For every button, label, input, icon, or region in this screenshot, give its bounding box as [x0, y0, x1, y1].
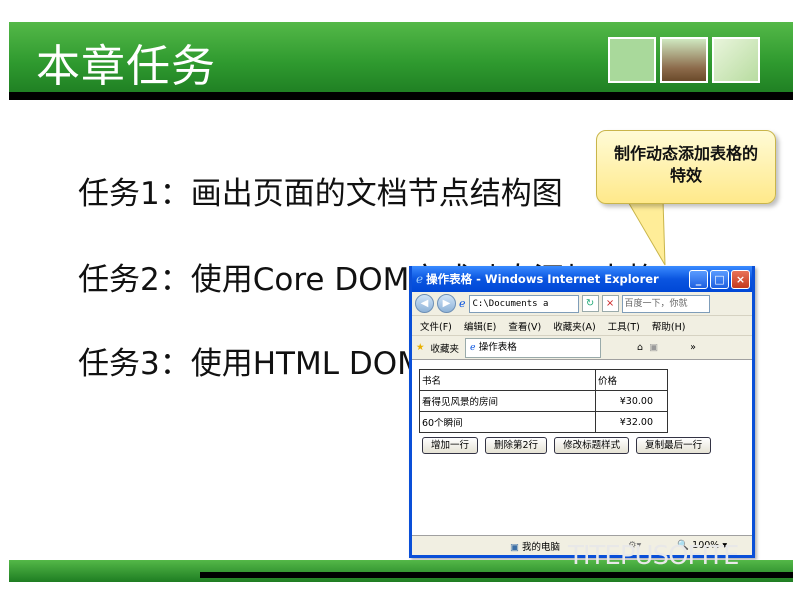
- star-icon: ★: [416, 342, 425, 353]
- computer-icon: ▣: [510, 541, 519, 553]
- tab-page-icon: ℯ: [470, 341, 476, 353]
- ie-titlebar[interactable]: ℯ 操作表格 - Windows Internet Explorer _ □ ×: [412, 266, 752, 292]
- copy-last-row-button[interactable]: 复制最后一行: [636, 437, 712, 454]
- ie-logo-icon: ℯ: [416, 272, 424, 286]
- minimize-button[interactable]: _: [689, 269, 708, 289]
- menu-favorites[interactable]: 收藏夹(A): [553, 319, 595, 333]
- callout-text: 制作动态添加表格的特效: [613, 144, 758, 185]
- menu-view[interactable]: 查看(V): [508, 319, 541, 333]
- delete-row-button[interactable]: 删除第2行: [485, 437, 548, 454]
- table-row: 60个瞬间 ¥32.00: [419, 411, 668, 433]
- back-button[interactable]: ◀: [415, 294, 434, 313]
- address-input[interactable]: C:\Documents a: [468, 294, 579, 313]
- cell-book-name: 60个瞬间: [419, 411, 596, 433]
- task-1: 任务1：画出页面的文档节点结构图: [78, 176, 563, 212]
- slide-title: 本章任务: [36, 41, 216, 92]
- button-row: 增加一行 删除第2行 修改标题样式 复制最后一行: [422, 437, 712, 454]
- feeds-icon[interactable]: ▣: [649, 342, 658, 353]
- stop-icon[interactable]: ×: [601, 295, 619, 312]
- header-image-plain: [608, 37, 656, 83]
- watermark: TITEPUSOFITE: [568, 541, 739, 571]
- home-icon[interactable]: ⌂: [637, 342, 643, 353]
- forward-button[interactable]: ▶: [437, 294, 456, 313]
- cell-price: ¥30.00: [595, 390, 668, 412]
- ie-window: ℯ 操作表格 - Windows Internet Explorer _ □ ×…: [409, 266, 755, 558]
- favorites-button[interactable]: 收藏夹: [431, 341, 460, 355]
- book-table: 书名 价格 看得见风景的房间 ¥30.00 60个瞬间 ¥32.00: [419, 369, 668, 433]
- favorites-bar: ★ 收藏夹 ℯ 操作表格 ⌂ ▣ »: [412, 336, 752, 360]
- address-toolbar: ◀ ▶ ℯ C:\Documents a ↻ × 百度一下，你就: [412, 292, 752, 316]
- header-image-sprout: [660, 37, 708, 83]
- modify-title-style-button[interactable]: 修改标题样式: [554, 437, 630, 454]
- header-price: 价格: [595, 369, 668, 391]
- cell-book-name: 看得见风景的房间: [419, 390, 596, 412]
- close-button[interactable]: ×: [731, 269, 750, 289]
- search-input[interactable]: 百度一下，你就: [621, 294, 710, 313]
- footer-shadow: [200, 572, 793, 578]
- tab-current[interactable]: ℯ 操作表格: [465, 337, 602, 358]
- cell-price: ¥32.00: [595, 411, 668, 433]
- more-chevron-icon[interactable]: »: [690, 342, 696, 353]
- table-row: 看得见风景的房间 ¥30.00: [419, 390, 668, 412]
- header-image-leaves: [712, 37, 760, 83]
- maximize-button[interactable]: □: [710, 269, 729, 289]
- slide: 本章任务 任务1：画出页面的文档节点结构图 任务2：使用Core DOM方式动态…: [0, 0, 793, 595]
- menu-tools[interactable]: 工具(T): [608, 319, 640, 333]
- task-3: 任务3：使用HTML DOM: [78, 346, 424, 382]
- window-title: 操作表格 - Windows Internet Explorer: [426, 272, 659, 286]
- header-book-name: 书名: [419, 369, 596, 391]
- menu-bar: 文件(F) 编辑(E) 查看(V) 收藏夹(A) 工具(T) 帮助(H): [412, 316, 752, 336]
- menu-file[interactable]: 文件(F): [420, 319, 452, 333]
- page-icon: ℯ: [459, 297, 466, 310]
- refresh-icon[interactable]: ↻: [581, 295, 599, 312]
- menu-help[interactable]: 帮助(H): [652, 319, 686, 333]
- tab-title: 操作表格: [478, 341, 517, 353]
- table-header-row: 书名 价格: [419, 369, 668, 391]
- status-zone: 我的电脑: [522, 541, 561, 553]
- callout-box: 制作动态添加表格的特效: [596, 130, 776, 204]
- menu-edit[interactable]: 编辑(E): [464, 319, 496, 333]
- page-content: 书名 价格 看得见风景的房间 ¥30.00 60个瞬间 ¥32.00 增加一行 …: [412, 363, 752, 530]
- add-row-button[interactable]: 增加一行: [422, 437, 479, 454]
